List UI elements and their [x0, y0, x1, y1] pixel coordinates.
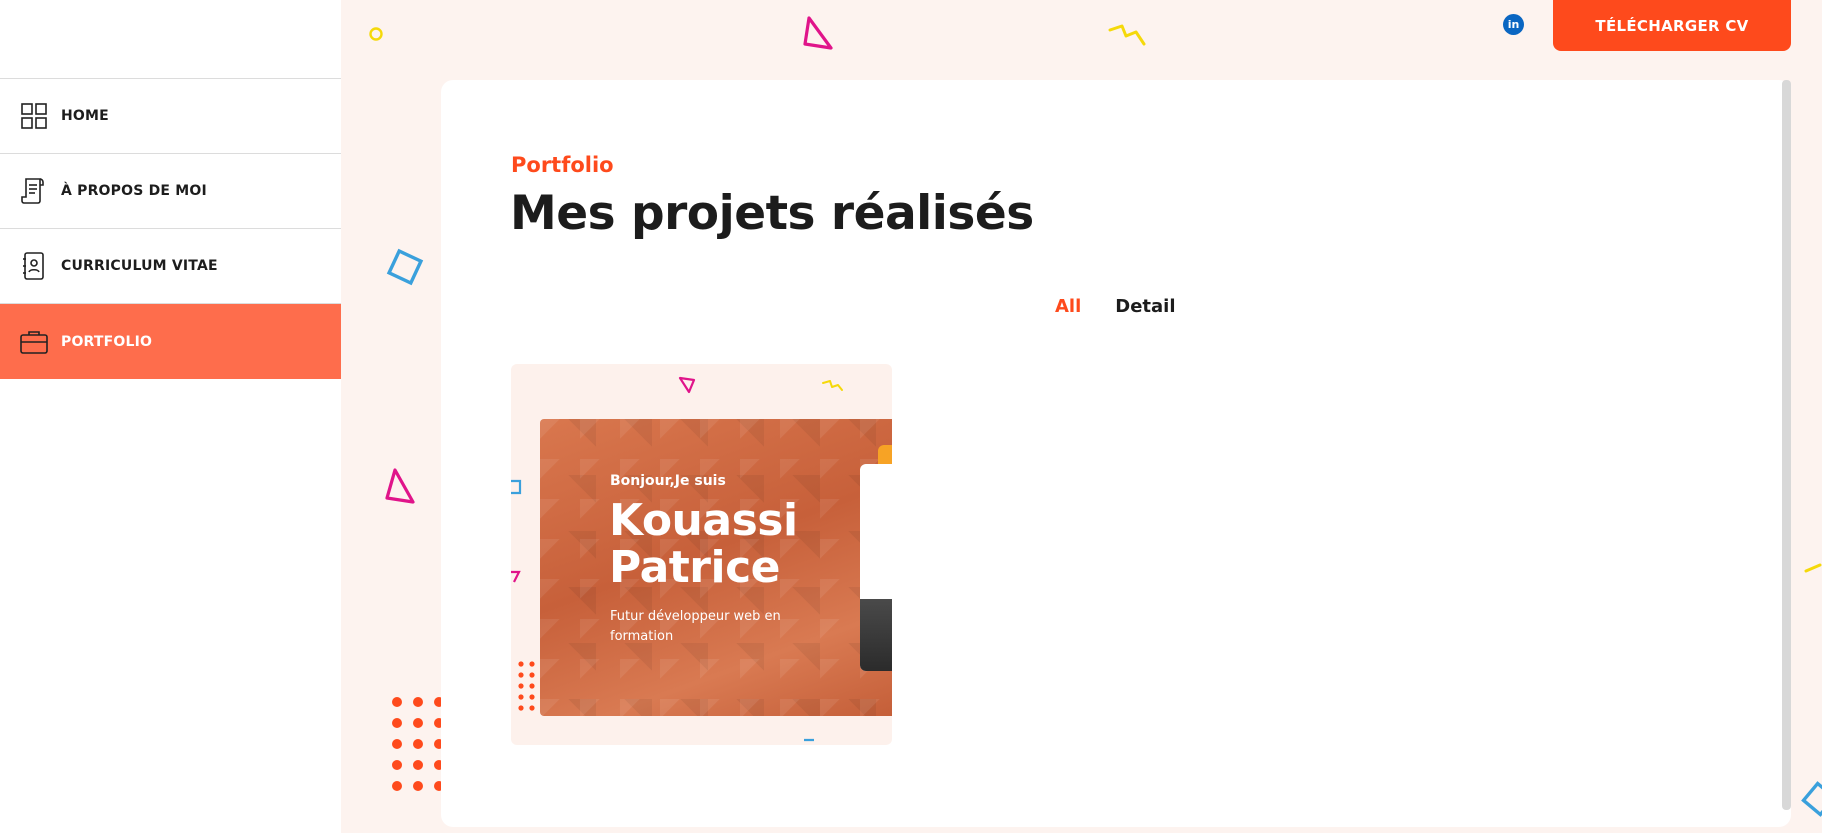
download-cv-button[interactable]: TÉLÉCHARGER CV: [1553, 0, 1791, 51]
square-decoration: [1801, 781, 1822, 817]
hero-greeting: Bonjour,Je suis: [610, 473, 726, 489]
filter-detail[interactable]: Detail: [1115, 296, 1175, 317]
zigzag-decoration: [1804, 563, 1822, 573]
hero-tagline: Futur développeur web en formation: [610, 609, 781, 644]
sidebar-item-about[interactable]: À PROPOS DE MOI: [0, 154, 341, 229]
scrollbar[interactable]: [1782, 80, 1791, 810]
filter-all[interactable]: All: [1055, 296, 1081, 317]
project-preview-image: Bonjour,Je suis Kouassi Patrice Futur dé…: [540, 419, 892, 716]
sidebar-item-label: CURRICULUM VITAE: [61, 258, 218, 274]
zigzag-decoration: [1108, 24, 1146, 46]
portfolio-filters: All Detail: [1055, 296, 1176, 317]
square-decoration: [386, 248, 424, 286]
triangle-decoration: [385, 468, 415, 504]
section-eyebrow: Portfolio: [511, 153, 614, 177]
sidebar: HOME À PROPOS DE MOI CURRICULUM VITAE PO…: [0, 0, 341, 833]
profile-photo: [860, 599, 892, 671]
dots-decoration: [392, 697, 444, 791]
triangle-decoration: [803, 16, 833, 50]
sidebar-item-label: HOME: [61, 108, 109, 124]
document-icon: [20, 177, 48, 205]
dots-decoration: [518, 661, 535, 711]
contact-book-icon: [20, 252, 48, 280]
triangle-decoration: [511, 570, 521, 583]
linkedin-icon[interactable]: in: [1503, 14, 1524, 35]
hero-name-line1: Kouassi: [609, 495, 798, 546]
sidebar-item-home[interactable]: HOME: [0, 79, 341, 154]
hero-name: Kouassi Patrice: [609, 497, 798, 591]
sidebar-item-label: À PROPOS DE MOI: [61, 183, 207, 199]
triangle-decoration: [678, 376, 696, 394]
sidebar-item-label: PORTFOLIO: [61, 333, 153, 350]
circle-decoration: [369, 27, 383, 41]
hero-name-line2: Patrice: [609, 542, 780, 593]
square-decoration: [804, 738, 814, 742]
photo-frame: [860, 464, 892, 671]
portfolio-item[interactable]: Bonjour,Je suis Kouassi Patrice Futur dé…: [511, 364, 892, 745]
briefcase-icon: [20, 328, 48, 356]
sidebar-item-cv[interactable]: CURRICULUM VITAE: [0, 229, 341, 304]
sidebar-header: [0, 0, 341, 79]
zigzag-decoration: [822, 380, 843, 391]
page-title: Mes projets réalisés: [510, 186, 1034, 241]
grid-icon: [20, 102, 48, 130]
sidebar-item-portfolio[interactable]: PORTFOLIO: [0, 304, 341, 379]
square-decoration: [511, 479, 522, 495]
